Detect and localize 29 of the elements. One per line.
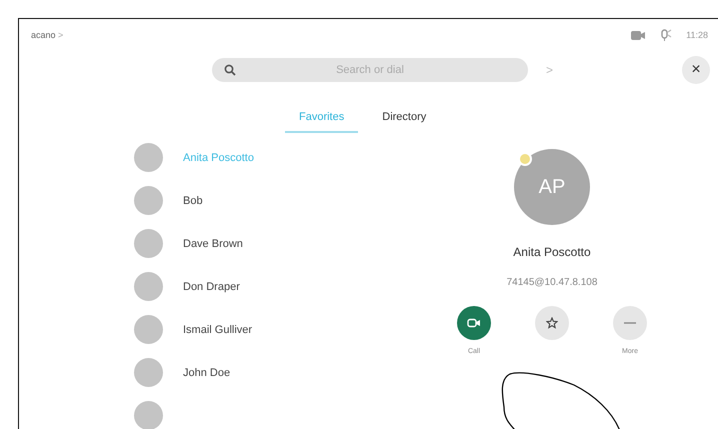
contact-avatar — [134, 272, 163, 301]
search-icon — [224, 64, 236, 76]
tab[interactable]: Directory — [368, 105, 440, 133]
star-icon — [546, 317, 558, 329]
contact-address: 74145@10.47.8.108 — [506, 277, 598, 288]
close-button[interactable]: × — [682, 56, 710, 84]
camera-icon[interactable] — [630, 30, 646, 40]
contact-avatar — [134, 143, 163, 172]
contact-name[interactable]: Ismail Gulliver — [183, 324, 252, 336]
more-icon — [623, 321, 637, 325]
contact-name[interactable]: Don Draper — [183, 280, 240, 292]
video-camera-icon — [467, 318, 481, 328]
microphone-icon[interactable] — [660, 28, 672, 42]
contact-avatar — [134, 229, 163, 258]
contact-avatar: AP — [514, 149, 590, 225]
contact-name[interactable]: John Doe — [183, 366, 230, 378]
contact-avatar — [134, 186, 163, 215]
clock-time: 11:28 — [686, 30, 708, 40]
contact-name: Anita Poscotto — [513, 245, 591, 259]
favorite-button[interactable] — [535, 306, 569, 340]
contact-avatar — [134, 315, 163, 344]
device-name[interactable]: acano > — [31, 30, 64, 40]
contact-avatar — [134, 358, 163, 387]
contact-name[interactable]: Dave Brown — [183, 238, 243, 250]
contact-avatar — [134, 401, 163, 429]
contact-name[interactable]: Bob — [183, 194, 203, 206]
call-button[interactable] — [457, 306, 491, 340]
search-field[interactable]: Search or dial — [212, 58, 528, 82]
more-button[interactable] — [613, 306, 647, 340]
